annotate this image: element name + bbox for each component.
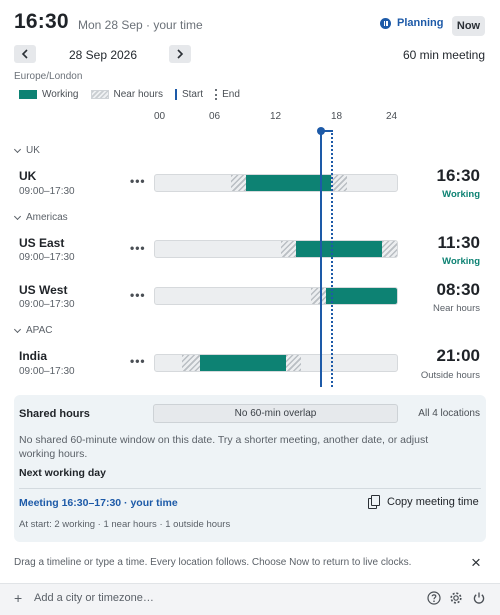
working-segment	[326, 288, 397, 304]
timeline-track[interactable]	[154, 174, 398, 192]
timeline-track[interactable]	[154, 287, 398, 305]
home-timezone: Europe/London	[14, 71, 83, 82]
location-hours: 09:00–17:30	[19, 366, 75, 377]
current-time: 16:30	[14, 10, 69, 33]
meeting-time-summary: Meeting 16:30–17:30 · your time	[19, 497, 178, 509]
planning-mode-toggle[interactable]: Planning	[380, 17, 443, 29]
group-label: Americas	[26, 212, 68, 223]
near-hours-segment	[331, 175, 347, 191]
add-location-input[interactable]	[34, 592, 374, 604]
selected-date[interactable]: 28 Sep 2026	[60, 48, 146, 62]
at-start-summary: At start: 2 working · 1 near hours · 1 o…	[19, 519, 231, 530]
end-line-swatch	[215, 89, 218, 100]
next-working-day-button[interactable]: Next working day	[19, 467, 106, 479]
chevron-down-icon	[13, 145, 22, 153]
group-label: UK	[26, 145, 40, 156]
locations-count: All 4 locations	[418, 408, 480, 419]
previous-day-button[interactable]	[14, 45, 36, 63]
near-hours-segment	[286, 355, 302, 371]
axis-tick: 06	[209, 111, 221, 122]
divider	[19, 488, 481, 489]
location-hours: 09:00–17:30	[19, 186, 75, 197]
location-name: US West	[19, 283, 68, 297]
legend-near-hours: Near hours	[90, 89, 163, 100]
location-time: 21:00	[436, 346, 480, 365]
start-line-swatch	[174, 89, 177, 100]
pause-icon	[380, 17, 391, 29]
more-options-button[interactable]: •••	[130, 288, 146, 302]
more-options-button[interactable]: •••	[130, 241, 146, 255]
near-hours-segment	[281, 241, 297, 257]
copy-meeting-time-button[interactable]: Copy meeting time	[368, 495, 479, 509]
location-status: Working	[442, 256, 480, 267]
chevron-left-icon	[21, 49, 28, 59]
location-hours: 09:00–17:30	[19, 299, 75, 310]
group-header-americas[interactable]: Americas	[13, 212, 68, 223]
group-header-apac[interactable]: APAC	[13, 325, 53, 336]
chevron-right-icon	[177, 49, 184, 59]
near-hours-segment	[381, 241, 397, 257]
working-segment	[296, 241, 382, 257]
more-options-button[interactable]: •••	[130, 174, 146, 188]
location-time: 11:30	[437, 233, 480, 252]
shared-hours-title: Shared hours	[19, 408, 90, 420]
location-time: 16:30	[436, 166, 480, 185]
meeting-start-handle[interactable]	[317, 127, 325, 135]
location-name: US East	[19, 236, 65, 250]
shared-hours-note: No shared 60-minute window on this date.…	[19, 434, 429, 460]
copy-icon	[368, 495, 380, 509]
planning-label: Planning	[397, 17, 444, 29]
legend: Working Near hours Start End	[19, 89, 252, 100]
current-date-label: Mon 28 Sep · your time	[78, 18, 203, 32]
timeline-track[interactable]	[154, 354, 398, 372]
meeting-end-line[interactable]	[331, 130, 333, 387]
working-swatch	[19, 90, 37, 99]
hint-text: Drag a timeline or type a time. Every lo…	[14, 557, 412, 568]
legend-near-label: Near hours	[113, 89, 163, 100]
axis-tick: 24	[386, 111, 398, 122]
more-options-button[interactable]: •••	[130, 354, 146, 368]
location-name: UK	[19, 169, 37, 183]
legend-end: End	[215, 89, 240, 100]
chevron-down-icon	[13, 212, 22, 220]
overlap-indicator: No 60-min overlap	[153, 404, 398, 423]
next-day-button[interactable]	[169, 45, 191, 63]
working-segment	[200, 355, 287, 371]
legend-end-label: End	[222, 89, 240, 100]
legend-start-label: Start	[181, 89, 204, 100]
axis-tick: 00	[154, 111, 166, 122]
location-name: India	[19, 349, 48, 363]
group-label: APAC	[26, 325, 53, 336]
near-hours-segment	[182, 355, 201, 371]
axis-tick: 18	[331, 111, 343, 122]
meeting-start-line[interactable]	[320, 130, 322, 387]
settings-icon[interactable]	[449, 591, 463, 605]
help-icon[interactable]	[427, 591, 441, 605]
legend-working-label: Working	[42, 89, 79, 100]
now-button[interactable]: Now	[452, 16, 485, 36]
location-hours: 09:00–17:30	[19, 252, 75, 263]
plus-icon[interactable]: +	[14, 590, 22, 606]
timeline-track[interactable]	[154, 240, 398, 258]
legend-start: Start	[174, 89, 204, 100]
group-header-uk[interactable]: UK	[13, 145, 40, 156]
power-icon[interactable]	[472, 591, 486, 605]
location-status: Working	[442, 189, 480, 200]
meeting-length-select[interactable]: 60 min meeting	[380, 48, 485, 62]
copy-label: Copy meeting time	[387, 495, 479, 508]
near-hours-segment	[311, 288, 327, 304]
location-status: Outside hours	[420, 370, 480, 381]
location-time: 08:30	[436, 280, 480, 299]
close-icon[interactable]: ×	[468, 554, 484, 572]
working-segment	[245, 175, 332, 191]
location-status: Near hours	[433, 303, 480, 314]
legend-working: Working	[19, 89, 79, 100]
axis-tick: 12	[270, 111, 282, 122]
near-hours-segment	[230, 175, 246, 191]
near-hours-swatch	[90, 90, 109, 99]
chevron-down-icon	[13, 325, 22, 333]
